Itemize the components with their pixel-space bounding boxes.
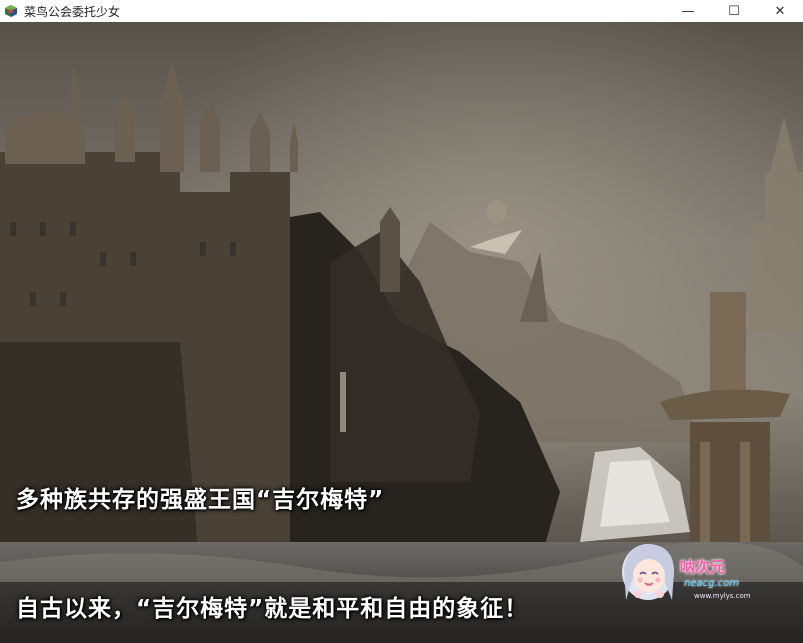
minimize-button[interactable]: — bbox=[665, 0, 711, 22]
close-button[interactable]: ✕ bbox=[757, 0, 803, 22]
maximize-icon: ☐ bbox=[728, 3, 740, 19]
minimize-icon: — bbox=[681, 3, 695, 19]
game-scene[interactable]: 多种族共存的强盛王国“吉尔梅特” 自古以来，“吉尔梅特”就是和平和自由的象征！ … bbox=[0, 22, 803, 643]
close-icon: ✕ bbox=[774, 3, 786, 19]
story-caption-line-1: 多种族共存的强盛王国“吉尔梅特” bbox=[16, 487, 385, 513]
window-title: 菜鸟公会委托少女 bbox=[24, 4, 121, 19]
maximize-button[interactable]: ☐ bbox=[711, 0, 757, 22]
game-app-icon bbox=[4, 4, 18, 18]
anime-girl-mascot-icon bbox=[622, 544, 674, 600]
watermark-url-secondary: www.mylys.com bbox=[694, 592, 751, 600]
game-window: 菜鸟公会委托少女 — ☐ ✕ 多种族共存的强盛王国“吉尔梅特” 自古以来，“吉尔… bbox=[0, 0, 803, 643]
watermark-url: neacg.com bbox=[684, 578, 739, 589]
story-caption-line-2: 自古以来，“吉尔梅特”就是和平和自由的象征！ bbox=[16, 596, 529, 622]
watermark-title: 呐次元 bbox=[680, 558, 726, 576]
site-watermark: 呐次元 neacg.com www.mylys.com bbox=[618, 540, 751, 606]
title-bar[interactable]: 菜鸟公会委托少女 — ☐ ✕ bbox=[0, 0, 803, 22]
